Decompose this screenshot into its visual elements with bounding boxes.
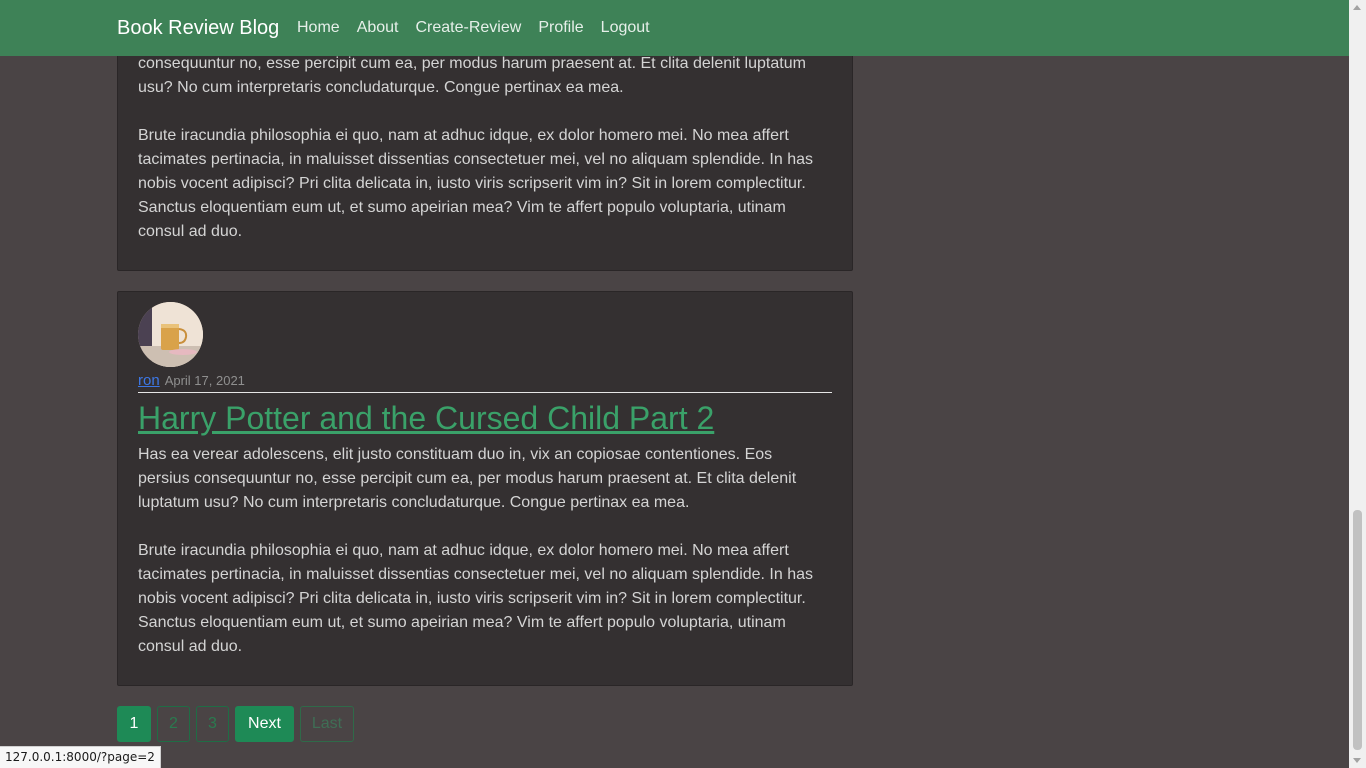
page: Book Review Blog Home About Create-Revie… xyxy=(0,0,1366,768)
scroll-up-arrow-icon[interactable] xyxy=(1353,5,1361,10)
review-paragraph: consequuntur no, esse percipit cum ea, p… xyxy=(138,55,806,96)
nav-create-review-link[interactable]: Create-Review xyxy=(416,17,522,39)
post-date: April 17, 2021 xyxy=(164,373,245,388)
nav-profile-link[interactable]: Profile xyxy=(538,17,583,39)
next-page-button[interactable]: Next xyxy=(235,706,294,742)
pagination: 1 2 3 Next Last xyxy=(117,706,354,742)
brand-link[interactable]: Book Review Blog xyxy=(117,15,279,41)
avatar-image xyxy=(138,302,203,367)
author-avatar[interactable] xyxy=(138,302,203,367)
vertical-scrollbar[interactable] xyxy=(1349,0,1366,768)
scrollbar-thumb[interactable] xyxy=(1353,510,1362,750)
nav-links: Home About Create-Review Profile Logout xyxy=(297,17,667,39)
author-link[interactable]: ron xyxy=(138,372,160,389)
last-page-button[interactable]: Last xyxy=(300,706,354,742)
navbar: Book Review Blog Home About Create-Revie… xyxy=(0,0,1349,56)
review-card: ron April 17, 2021 Harry Potter and the C… xyxy=(117,291,853,686)
review-paragraph: Brute iracundia philosophia ei quo, nam … xyxy=(138,127,814,240)
review-title-link[interactable]: Harry Potter and the Cursed Child Part 2 xyxy=(138,398,714,438)
page-2-button[interactable]: 2 xyxy=(157,706,190,742)
review-paragraph: Brute iracundia philosophia ei quo, nam … xyxy=(138,542,814,655)
review-paragraph: Has ea verear adolescens, elit justo con… xyxy=(138,446,797,511)
nav-logout-link[interactable]: Logout xyxy=(601,17,650,39)
page-3-button[interactable]: 3 xyxy=(196,706,229,742)
scroll-down-arrow-icon[interactable] xyxy=(1353,758,1361,763)
page-1-button[interactable]: 1 xyxy=(117,706,151,742)
meta-divider xyxy=(138,392,832,393)
nav-home-link[interactable]: Home xyxy=(297,17,340,39)
post-meta: ron April 17, 2021 xyxy=(138,370,245,391)
nav-about-link[interactable]: About xyxy=(357,17,399,39)
link-status-bar: 127.0.0.1:8000/?page=2 xyxy=(0,746,161,768)
